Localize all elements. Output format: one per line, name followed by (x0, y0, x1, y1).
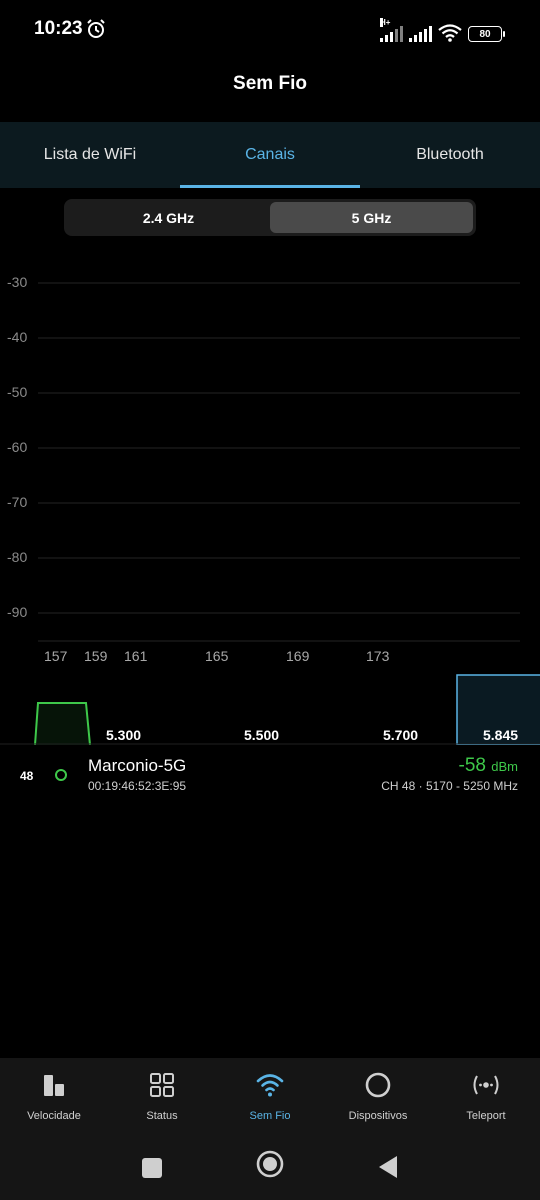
recents-button[interactable] (141, 1157, 163, 1179)
channel-tick-label: 173 (366, 648, 390, 664)
wifi-icon (256, 1074, 284, 1097)
channel-chart-svg (0, 282, 540, 745)
band-2-4ghz-button[interactable]: 2.4 GHz (67, 202, 270, 233)
nav-velocidade[interactable]: Velocidade (0, 1070, 108, 1136)
y-tick-label: -50 (7, 384, 28, 400)
battery-level: 80 (479, 28, 491, 40)
tab-wifi-list[interactable]: Lista de WiFi (0, 122, 180, 188)
frequency-tick-label: 5.845 (483, 727, 519, 743)
page-title: Sem Fio (233, 73, 307, 94)
nav-label: Teleport (466, 1110, 506, 1122)
network-signal: -58 dBm (459, 755, 518, 777)
frequency-tick-label: 5.500 (244, 727, 280, 743)
cell-signal-1-icon: H+ (380, 18, 403, 42)
network-channel-info: CH 48 · 5170 - 5250 MHz (381, 779, 518, 793)
grid-icon (150, 1073, 174, 1097)
network-signal-area (34, 702, 91, 745)
channel-tick-label: 159 (84, 648, 108, 664)
nav-label: Status (146, 1110, 178, 1122)
band-5ghz-button[interactable]: 5 GHz (270, 202, 473, 233)
channel-chart: -30 -40 -50 -60 -70 -80 -90 157 159 161 165 169 173… (0, 255, 540, 745)
alarm-icon (87, 19, 105, 38)
y-tick-label: -30 (7, 274, 28, 290)
network-type: H+ (380, 18, 391, 27)
network-color-dot-icon (55, 769, 67, 781)
y-tick-label: -40 (7, 329, 28, 345)
channel-tick-label: 157 (44, 648, 68, 664)
network-signal-value: -58 (458, 755, 486, 776)
tab-label: Canais (245, 146, 295, 163)
channel-tick-label: 169 (286, 648, 310, 664)
y-tick-label: -90 (7, 604, 28, 620)
network-signal-unit: dBm (491, 759, 518, 774)
network-ssid: Marconio-5G (88, 756, 187, 775)
network-list-item[interactable]: 48 Marconio-5G 00:19:46:52:3E:95 -58 dBm… (0, 745, 540, 801)
wifi-status-icon (438, 24, 462, 42)
bottom-nav: Velocidade Status Sem Fio Dispositivos T… (0, 1058, 540, 1200)
network-mac: 00:19:46:52:3E:95 (88, 779, 187, 793)
channel-tick-label: 165 (205, 648, 229, 664)
tab-channels[interactable]: Canais (180, 122, 360, 188)
band-selector: 2.4 GHz 5 GHz (64, 199, 476, 236)
nav-label: Dispositivos (348, 1110, 408, 1122)
y-tick-label: -60 (7, 439, 28, 455)
back-button[interactable] (377, 1155, 399, 1179)
speed-bars-icon (44, 1075, 64, 1096)
tab-bar: Lista de WiFi Canais Bluetooth (0, 122, 540, 188)
nav-label: Velocidade (27, 1110, 81, 1122)
nav-teleport[interactable]: Teleport (432, 1070, 540, 1136)
battery-icon: 80 (468, 26, 505, 42)
tab-label: Bluetooth (416, 146, 484, 163)
nav-sem-fio[interactable]: Sem Fio (216, 1070, 324, 1136)
tab-label: Lista de WiFi (43, 146, 137, 163)
circle-icon (365, 1072, 391, 1098)
nav-label: Sem Fio (249, 1110, 291, 1122)
tab-bluetooth[interactable]: Bluetooth (360, 122, 540, 188)
cell-signal-2-icon (409, 24, 432, 42)
nav-dispositivos[interactable]: Dispositivos (324, 1070, 432, 1136)
status-time: 10:23 (34, 18, 83, 39)
home-button[interactable] (255, 1149, 285, 1179)
nav-status[interactable]: Status (108, 1070, 216, 1136)
system-nav-bar (0, 1149, 540, 1182)
frequency-tick-label: 5.700 (383, 727, 419, 743)
y-tick-label: -70 (7, 494, 28, 510)
status-bar: 10:23 H+ 80 (0, 0, 540, 60)
network-channel: 48 (20, 769, 34, 783)
frequency-tick-label: 5.300 (106, 727, 142, 743)
channel-tick-label: 161 (124, 648, 148, 664)
y-tick-label: -80 (7, 549, 28, 565)
teleport-icon (473, 1075, 499, 1095)
